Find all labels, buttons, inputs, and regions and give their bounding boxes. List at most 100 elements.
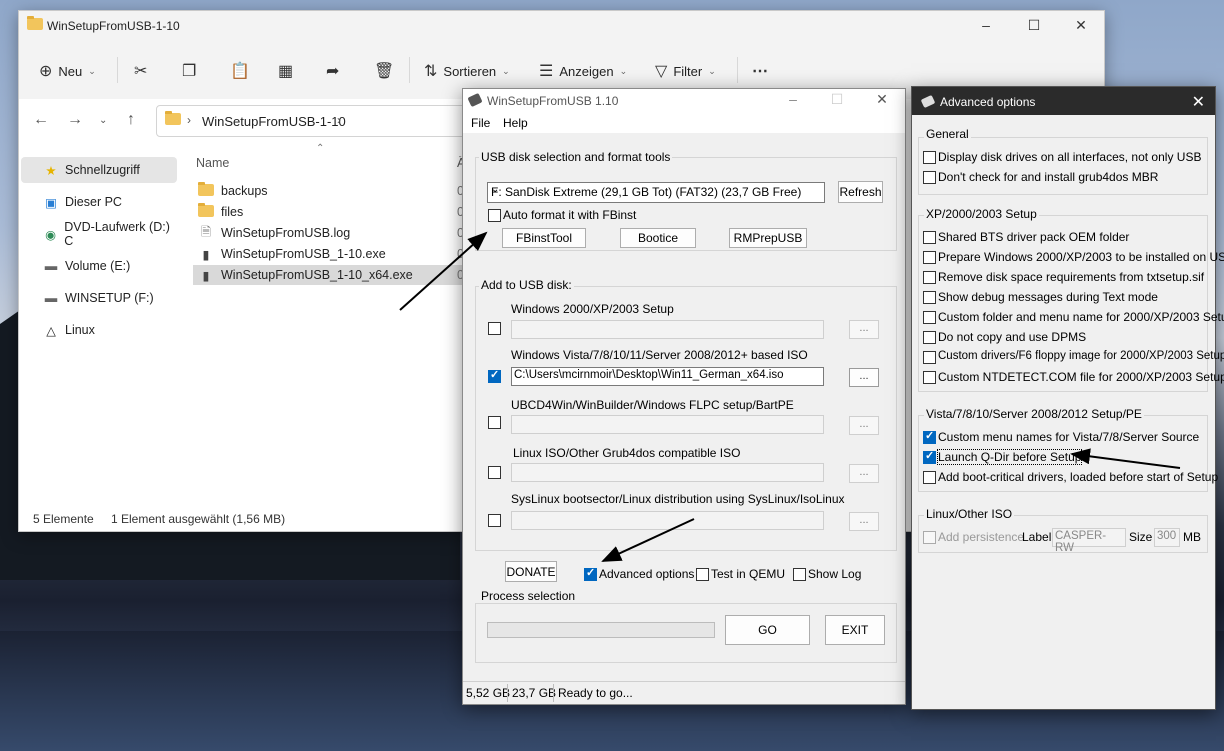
vista-setup-group-label: Vista/7/8/10/Server 2008/2012 Setup/PE (924, 407, 1144, 421)
xp-option-label: Custom folder and menu name for 2000/XP/… (938, 310, 1224, 324)
copy-icon[interactable]: ❐ (182, 61, 196, 81)
source-path-vista[interactable]: C:\Users\mcirnmoir\Desktop\Win11_German_… (511, 367, 824, 386)
paste-icon[interactable]: 📋 (230, 61, 250, 81)
nav-item-quick-access[interactable]: ★ Schnellzugriff (21, 157, 177, 183)
launch-qdir-checkbox[interactable] (923, 449, 936, 464)
dvd-icon: ◉ (45, 227, 57, 242)
nav-item-label: Schnellzugriff (65, 163, 140, 177)
browse-button-vista[interactable]: ... (849, 368, 879, 387)
toolbar-divider (737, 57, 738, 83)
fbinsttool-button[interactable]: FBinstTool (502, 228, 586, 248)
source-path-syslinux[interactable] (511, 511, 824, 530)
explorer-title: WinSetupFromUSB-1-10 (47, 19, 180, 33)
xp-option-checkbox[interactable] (923, 251, 936, 264)
source-checkbox-xp[interactable] (488, 322, 501, 335)
advanced-options-checkbox[interactable] (584, 566, 597, 581)
no-grub4dos-checkbox[interactable] (923, 171, 936, 184)
source-path-linux[interactable] (511, 463, 824, 482)
nav-item-volume-e[interactable]: ▬ Volume (E:) (21, 253, 177, 279)
usb-disk-select[interactable]: F: SanDisk Extreme (29,1 GB Tot) (FAT32)… (487, 182, 825, 203)
xp-option-checkbox[interactable] (923, 311, 936, 324)
menu-help[interactable]: Help (503, 116, 528, 130)
browse-button-syslinux[interactable]: ... (849, 512, 879, 531)
show-log-checkbox[interactable] (793, 568, 806, 581)
exit-button[interactable]: EXIT (825, 615, 885, 645)
close-icon[interactable]: ✕ (1071, 17, 1091, 34)
nav-item-dvd[interactable]: ◉ DVD-Laufwerk (D:) C (21, 220, 177, 248)
source-label-xp: Windows 2000/XP/2003 Setup (511, 302, 674, 316)
source-checkbox-vista[interactable] (488, 368, 501, 383)
persistence-size-input[interactable]: 300 (1154, 528, 1180, 547)
minimize-icon[interactable]: – (783, 91, 803, 107)
file-name: WinSetupFromUSB.log (221, 226, 351, 240)
list-item[interactable]: ▮ WinSetupFromUSB_1-10.exe 0 (193, 244, 464, 264)
minimize-icon[interactable]: – (976, 17, 996, 33)
persistence-label-input[interactable]: CASPER-RW (1052, 528, 1126, 554)
browse-button-ubcd[interactable]: ... (849, 416, 879, 435)
custom-menu-names-checkbox[interactable] (923, 429, 936, 444)
folder-icon (27, 16, 43, 33)
back-icon[interactable]: ← (33, 111, 49, 129)
go-button[interactable]: GO (725, 615, 810, 645)
list-item[interactable]: ▮ WinSetupFromUSB_1-10_x64.exe 0 (193, 265, 464, 285)
forward-icon[interactable]: → (67, 111, 83, 129)
xp-option-checkbox[interactable] (923, 331, 936, 344)
menu-file[interactable]: File (471, 116, 490, 130)
persistence-size-value: 300 (1157, 530, 1177, 542)
up-icon[interactable]: ↑ (127, 111, 135, 129)
list-item[interactable]: files 0 (193, 202, 464, 222)
display-all-interfaces-checkbox[interactable] (923, 151, 936, 164)
chevron-down-icon: ⌄ (619, 65, 628, 76)
boot-critical-drivers-checkbox[interactable] (923, 471, 936, 484)
list-item[interactable]: backups 0 (193, 181, 464, 201)
nav-item-linux[interactable]: △ Linux (21, 317, 177, 343)
rmprepusb-button[interactable]: RMPrepUSB (729, 228, 807, 248)
test-qemu-checkbox[interactable] (696, 568, 709, 581)
nav-item-this-pc[interactable]: ▣ Dieser PC (21, 189, 177, 215)
nav-item-winsetup-f[interactable]: ▬ WINSETUP (F:) (21, 285, 177, 311)
xp-option-checkbox[interactable] (923, 291, 936, 304)
xp-option-checkbox[interactable] (923, 271, 936, 284)
add-persistence-checkbox[interactable] (923, 531, 936, 544)
refresh-button[interactable]: Refresh (838, 181, 883, 203)
source-path-ubcd[interactable] (511, 415, 824, 434)
delete-icon[interactable]: 🗑 (374, 61, 394, 81)
close-icon[interactable]: ✕ (872, 91, 892, 108)
bootice-button[interactable]: Bootice (620, 228, 696, 248)
usb-app-icon (467, 92, 483, 108)
filter-button[interactable]: ▽ Filter ⌄ (655, 61, 716, 81)
xp-option-checkbox[interactable] (923, 231, 936, 244)
auto-format-checkbox[interactable] (488, 209, 501, 222)
drive-icon: ▬ (44, 259, 58, 273)
maximize-icon[interactable]: ☐ (1024, 17, 1044, 34)
sort-button[interactable]: ⇅ Sortieren ⌄ (424, 61, 510, 81)
source-checkbox-ubcd[interactable] (488, 416, 501, 429)
new-button[interactable]: ⊕ Neu ⌄ (39, 61, 96, 81)
rename-icon[interactable]: ▦ (278, 61, 293, 81)
persistence-label-caption: Label (1022, 530, 1052, 544)
advanced-titlebar: Advanced options ✕ (912, 87, 1215, 115)
source-checkbox-syslinux[interactable] (488, 514, 501, 527)
browse-button-linux[interactable]: ... (849, 464, 879, 483)
nav-item-label: WINSETUP (F:) (65, 291, 154, 305)
source-path-xp[interactable] (511, 320, 824, 339)
persistence-label-value: CASPER-RW (1055, 530, 1107, 554)
xp-option-checkbox[interactable] (923, 371, 936, 384)
maximize-icon[interactable]: ☐ (827, 91, 847, 108)
general-group (918, 137, 1208, 195)
status-divider (507, 684, 508, 702)
column-header-name[interactable]: Name (196, 156, 229, 170)
more-options-icon[interactable]: ⋯ (752, 61, 768, 81)
share-icon[interactable]: ➦ (326, 61, 339, 81)
view-button[interactable]: ☰ Anzeigen ⌄ (539, 61, 627, 81)
recent-chevron-icon[interactable]: ⌄ (99, 115, 107, 126)
close-icon[interactable]: ✕ (1192, 92, 1205, 112)
list-item[interactable]: 🗎 WinSetupFromUSB.log 0 (193, 223, 464, 243)
folder-icon (197, 202, 215, 220)
source-checkbox-linux[interactable] (488, 466, 501, 479)
cut-icon[interactable]: ✂ (134, 61, 147, 81)
usb-app-icon: ▮ (202, 268, 210, 283)
donate-button[interactable]: DONATE (505, 561, 557, 582)
browse-button-xp[interactable]: ... (849, 320, 879, 339)
xp-option-checkbox[interactable] (923, 351, 936, 364)
